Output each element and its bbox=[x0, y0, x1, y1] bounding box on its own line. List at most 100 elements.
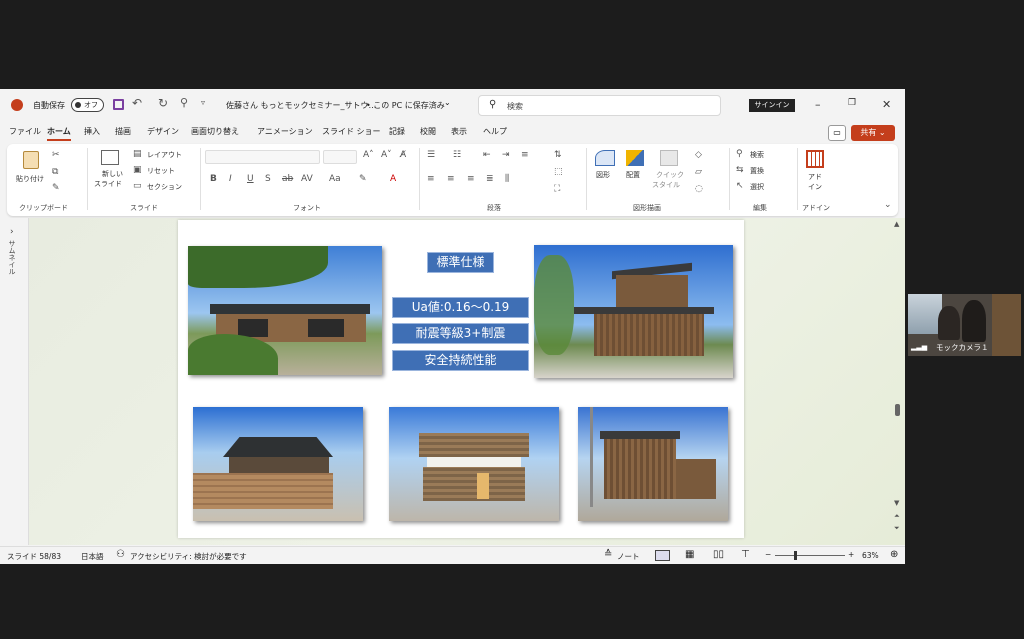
bold-icon[interactable]: B bbox=[210, 174, 217, 184]
scrollbar-thumb[interactable] bbox=[895, 404, 900, 416]
numbering-icon[interactable]: ☷ bbox=[453, 150, 461, 160]
select-icon[interactable]: ↖ bbox=[736, 181, 744, 191]
align-right-icon[interactable]: ≡ bbox=[467, 174, 475, 184]
reset-icon[interactable]: ▣ bbox=[133, 165, 142, 175]
underline-icon[interactable]: U bbox=[247, 174, 254, 184]
quick-style-icon[interactable] bbox=[660, 150, 678, 166]
highlight-icon[interactable]: ✎ bbox=[359, 174, 367, 184]
replace-icon[interactable]: ⇆ bbox=[736, 165, 744, 175]
fit-to-window-icon[interactable]: ⊕ bbox=[890, 549, 898, 560]
select-button[interactable]: 選択 bbox=[750, 182, 764, 192]
font-color-icon[interactable]: A bbox=[390, 174, 396, 184]
quick-style-label-1[interactable]: クイック bbox=[656, 170, 684, 180]
strikethrough-icon[interactable]: ab bbox=[282, 174, 293, 184]
paste-button[interactable]: 貼り付け bbox=[16, 174, 44, 184]
justify-icon[interactable]: ≣ bbox=[486, 174, 494, 184]
reading-view-icon[interactable]: ▯▯ bbox=[713, 549, 724, 560]
reset-button[interactable]: リセット bbox=[147, 166, 175, 176]
tab-help[interactable]: ヘルプ bbox=[483, 126, 507, 137]
customize-toolbar-icon[interactable]: ▿ bbox=[201, 98, 205, 107]
zoom-slider-thumb[interactable] bbox=[794, 551, 797, 560]
undo-icon[interactable]: ↶ bbox=[132, 96, 142, 110]
grow-font-icon[interactable]: A˄ bbox=[363, 150, 374, 160]
signin-button[interactable]: サインイン bbox=[749, 99, 795, 112]
smartart-icon[interactable]: ⛶ bbox=[554, 184, 560, 194]
comment-button[interactable]: ▭ bbox=[828, 125, 846, 141]
replace-button[interactable]: 置換 bbox=[750, 166, 764, 176]
tab-file[interactable]: ファイル bbox=[9, 126, 41, 137]
addins-label-2[interactable]: イン bbox=[808, 182, 822, 192]
change-case-icon[interactable]: Aa bbox=[329, 174, 341, 184]
spec-box-safety[interactable]: 安全持続性能 bbox=[392, 350, 529, 371]
presenter-icon[interactable]: ⚲ bbox=[180, 96, 188, 109]
search-box[interactable]: ⚲ 検索 bbox=[478, 95, 721, 116]
next-slide-icon[interactable]: ⏷ bbox=[894, 524, 900, 533]
bullets-icon[interactable]: ☰ bbox=[427, 150, 435, 160]
font-size-dropdown[interactable] bbox=[323, 150, 357, 164]
notes-button[interactable]: ノート bbox=[617, 551, 640, 562]
minimize-icon[interactable]: – bbox=[815, 98, 821, 111]
new-slide-label-2[interactable]: スライド bbox=[94, 179, 122, 189]
zoom-in-icon[interactable]: + bbox=[848, 550, 854, 559]
paste-icon[interactable] bbox=[23, 151, 39, 169]
chevron-right-icon[interactable]: › bbox=[10, 227, 14, 237]
close-icon[interactable]: ✕ bbox=[882, 98, 891, 111]
scroll-up-icon[interactable]: ▲ bbox=[894, 220, 899, 228]
collapse-ribbon-icon[interactable]: ⌄ bbox=[884, 200, 892, 210]
text-direction-icon[interactable]: ⇅ bbox=[554, 150, 562, 160]
section-icon[interactable]: ▭ bbox=[133, 181, 142, 191]
accessibility-status[interactable]: アクセシビリティ: 検討が必要です bbox=[130, 551, 247, 562]
redo-icon[interactable]: ↻ bbox=[158, 96, 168, 110]
shape-fill-icon[interactable]: ◇ bbox=[695, 150, 702, 160]
arrange-icon[interactable] bbox=[626, 150, 644, 166]
new-slide-icon[interactable] bbox=[101, 150, 119, 165]
line-spacing-icon[interactable]: ≡ bbox=[521, 150, 529, 160]
decrease-indent-icon[interactable]: ⇤ bbox=[483, 150, 491, 160]
quick-style-label-2[interactable]: スタイル bbox=[652, 180, 680, 190]
slide-number[interactable]: スライド 58/83 bbox=[7, 551, 61, 562]
maximize-icon[interactable]: ❐ bbox=[848, 98, 856, 108]
arrange-button[interactable]: 配置 bbox=[626, 170, 640, 180]
format-painter-icon[interactable]: ✎ bbox=[52, 183, 60, 193]
copy-icon[interactable]: ⧉ bbox=[52, 167, 58, 177]
tab-home[interactable]: ホーム bbox=[47, 126, 71, 137]
layout-icon[interactable]: ▤ bbox=[133, 149, 142, 159]
zoom-level[interactable]: 63% bbox=[862, 551, 879, 560]
previous-slide-icon[interactable]: ⏶ bbox=[894, 512, 900, 521]
vertical-scrollbar[interactable]: ▲ ▼ ⏶ ⏷ bbox=[892, 218, 904, 545]
cut-icon[interactable]: ✂ bbox=[52, 150, 60, 160]
tab-record[interactable]: 記録 bbox=[389, 126, 405, 137]
zoom-slider[interactable] bbox=[775, 555, 845, 556]
shadow-icon[interactable]: S bbox=[265, 174, 271, 184]
autosave-toggle[interactable]: オフ bbox=[71, 98, 104, 112]
save-location[interactable]: • この PC に保存済み bbox=[366, 100, 445, 111]
shape-outline-icon[interactable]: ▱ bbox=[695, 167, 702, 177]
zoom-out-icon[interactable]: − bbox=[765, 550, 771, 559]
scroll-down-icon[interactable]: ▼ bbox=[894, 499, 899, 507]
columns-icon[interactable]: ⫼ bbox=[505, 174, 509, 184]
section-button[interactable]: セクション bbox=[147, 182, 182, 192]
spec-box-seismic[interactable]: 耐震等級3+制震 bbox=[392, 323, 529, 344]
char-spacing-icon[interactable]: AV bbox=[301, 174, 313, 184]
tab-draw[interactable]: 描画 bbox=[115, 126, 131, 137]
tab-slideshow[interactable]: スライド ショー bbox=[322, 126, 381, 137]
thumbnails-label[interactable]: サムネイル bbox=[7, 240, 17, 275]
spec-box-ua[interactable]: Ua値:0.16～0.19 bbox=[392, 297, 529, 318]
chevron-down-icon[interactable]: ⌄ bbox=[444, 98, 451, 107]
share-button[interactable]: 共有 ⌄ bbox=[851, 125, 895, 141]
tab-insert[interactable]: 挿入 bbox=[84, 126, 100, 137]
new-slide-label-1[interactable]: 新しい bbox=[102, 169, 123, 179]
italic-icon[interactable]: I bbox=[229, 174, 232, 184]
tab-transitions[interactable]: 画面切り替え bbox=[191, 126, 239, 137]
align-left-icon[interactable]: ≡ bbox=[427, 174, 435, 184]
align-text-icon[interactable]: ⬚ bbox=[554, 167, 563, 177]
addins-icon[interactable] bbox=[806, 150, 824, 168]
shape-effects-icon[interactable]: ◌ bbox=[695, 184, 703, 194]
slide-sorter-icon[interactable]: ▦ bbox=[685, 549, 694, 560]
tab-design[interactable]: デザイン bbox=[147, 126, 179, 137]
spec-box-standard[interactable]: 標準仕様 bbox=[427, 252, 494, 273]
tab-animations[interactable]: アニメーション bbox=[257, 126, 313, 137]
thumbnail-panel[interactable]: › サムネイル bbox=[0, 218, 29, 545]
find-button[interactable]: 検索 bbox=[750, 150, 764, 160]
tab-view[interactable]: 表示 bbox=[451, 126, 467, 137]
